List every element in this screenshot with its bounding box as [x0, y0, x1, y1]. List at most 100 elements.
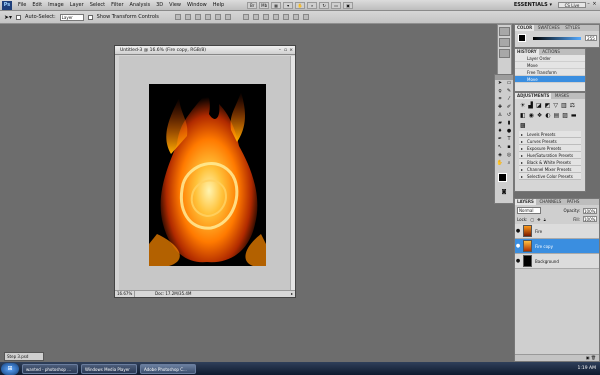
mini-bridge-panel-icon[interactable]: [499, 27, 510, 36]
auto-align-icon[interactable]: [302, 14, 309, 20]
tab-layers[interactable]: LAYERS: [515, 199, 536, 205]
menu-view[interactable]: View: [166, 0, 184, 11]
foreground-color-swatch[interactable]: [498, 173, 507, 182]
tab-paths[interactable]: PATHS: [565, 199, 582, 205]
history-item[interactable]: Move: [515, 62, 585, 69]
adjustment-preset-item[interactable]: ▸ Channel Mixer Presets: [519, 166, 581, 173]
lasso-tool-icon[interactable]: ϙ: [496, 88, 504, 95]
menu-edit[interactable]: Edit: [29, 0, 45, 11]
zoom-icon[interactable]: ⌕: [307, 1, 318, 9]
minimized-document[interactable]: Step 3.psd: [4, 352, 44, 361]
color-value-field[interactable]: 255: [585, 35, 597, 41]
levels-icon[interactable]: ▟: [528, 102, 533, 109]
close-icon[interactable]: ×: [592, 1, 597, 7]
lock-pixels-icon[interactable]: ▢: [530, 217, 534, 222]
curves-icon[interactable]: ◪: [536, 102, 542, 109]
tab-masks[interactable]: MASKS: [553, 93, 571, 99]
black-white-icon[interactable]: ◧: [520, 112, 526, 119]
align-vcenter-icon[interactable]: [184, 14, 191, 20]
doc-minimize-icon[interactable]: –: [279, 46, 281, 55]
tab-adjustments[interactable]: ADJUSTMENTS: [515, 93, 552, 99]
expand-arrow-icon[interactable]: ▸: [521, 159, 523, 166]
adjustment-preset-item[interactable]: ▸ Black & White Presets: [519, 159, 581, 166]
align-hcenter-icon[interactable]: [214, 14, 221, 20]
menu-window[interactable]: Window: [184, 0, 210, 11]
rotate-view-icon[interactable]: ↻: [319, 1, 330, 9]
align-bottom-icon[interactable]: [194, 14, 201, 20]
menu-help[interactable]: Help: [210, 0, 227, 11]
adjustment-preset-item[interactable]: ▸ Selective Color Presets: [519, 173, 581, 180]
clone-source-panel-icon[interactable]: [499, 49, 510, 58]
extras-icon[interactable]: ▦: [271, 1, 282, 9]
color-balance-icon[interactable]: ⚖: [570, 102, 575, 109]
screen-mode-icon[interactable]: ▣: [343, 1, 354, 9]
layer-row[interactable]: ● Background: [515, 254, 599, 269]
opacity-field[interactable]: 100%: [583, 207, 597, 214]
distribute-bottom-icon[interactable]: [262, 14, 269, 20]
menu-image[interactable]: Image: [45, 0, 67, 11]
zoom-level-field[interactable]: 16.67%: [115, 291, 135, 297]
align-left-icon[interactable]: [204, 14, 211, 20]
fill-field[interactable]: 100%: [583, 216, 597, 222]
quick-select-tool-icon[interactable]: ✎: [505, 88, 513, 95]
menu-select[interactable]: Select: [87, 0, 108, 11]
minimize-icon[interactable]: –: [586, 1, 591, 7]
tab-channels[interactable]: CHANNELS: [537, 199, 563, 205]
zoom-tool-icon[interactable]: ⌕: [505, 160, 513, 167]
expand-arrow-icon[interactable]: ▸: [521, 166, 523, 173]
mini-bridge-icon[interactable]: Mb: [259, 1, 270, 9]
history-item[interactable]: Layer Order: [515, 55, 585, 62]
3d-orbit-icon[interactable]: ◎: [505, 152, 513, 159]
history-item[interactable]: Free Transform: [515, 69, 585, 76]
workspace-switcher[interactable]: ESSENTIALS ▾: [514, 1, 552, 10]
adjustment-preset-item[interactable]: ▸ Exposure Presets: [519, 145, 581, 152]
shape-tool-icon[interactable]: ▪: [505, 144, 513, 151]
doc-maximize-icon[interactable]: ▫: [284, 46, 287, 55]
arrange-documents-icon[interactable]: ▭: [331, 1, 342, 9]
visibility-eye-icon[interactable]: ●: [515, 228, 521, 234]
color-fg-swatch[interactable]: [518, 34, 526, 42]
adjustment-preset-item[interactable]: ▸ Curves Presets: [519, 138, 581, 145]
brightness-icon[interactable]: ☀: [520, 102, 525, 109]
menu-3d[interactable]: 3D: [153, 0, 166, 11]
menu-filter[interactable]: Filter: [108, 0, 126, 11]
menu-layer[interactable]: Layer: [67, 0, 87, 11]
show-transform-checkbox[interactable]: [87, 14, 93, 20]
expand-arrow-icon[interactable]: ▸: [521, 145, 523, 152]
taskbar-item-wanted[interactable]: wanted - photoshop ...: [22, 363, 78, 374]
gradient-tool-icon[interactable]: ▮: [505, 120, 513, 127]
blur-tool-icon[interactable]: ♦: [496, 128, 504, 135]
gradient-map-icon[interactable]: ▬: [571, 112, 577, 119]
marquee-tool-icon[interactable]: ▭: [505, 80, 513, 87]
hand-tool-icon[interactable]: ✋: [496, 160, 504, 167]
taskbar-item-photoshop[interactable]: Adobe Photoshop C...: [140, 363, 196, 374]
vibrance-icon[interactable]: ▽: [553, 102, 558, 109]
pen-tool-icon[interactable]: ✒: [496, 136, 504, 143]
new-layer-icon[interactable]: ▣: [586, 355, 590, 360]
visibility-eye-icon[interactable]: ●: [515, 243, 521, 249]
adjustment-preset-item[interactable]: ▸ Levels Presets: [519, 131, 581, 138]
brush-panel-icon[interactable]: [499, 38, 510, 47]
align-top-icon[interactable]: [174, 14, 181, 20]
auto-select-checkbox[interactable]: [16, 14, 22, 20]
move-tool-preset-icon[interactable]: ➤▾: [4, 14, 12, 21]
crop-tool-icon[interactable]: ⌗: [496, 96, 504, 103]
document-vertical-scrollbar[interactable]: [290, 56, 295, 291]
distribute-hcenter-icon[interactable]: [282, 14, 289, 20]
document-window[interactable]: Untitled-3 @ 16.6% (Fire copy, RGB/8) – …: [114, 45, 296, 298]
start-button[interactable]: ⊞: [1, 362, 19, 375]
3d-rotate-icon[interactable]: ◈: [496, 152, 504, 159]
invert-icon[interactable]: ◐: [545, 112, 550, 119]
path-select-icon[interactable]: ↖: [496, 144, 504, 151]
document-title-bar[interactable]: Untitled-3 @ 16.6% (Fire copy, RGB/8) – …: [115, 46, 295, 55]
expand-arrow-icon[interactable]: ▸: [521, 138, 523, 145]
distribute-top-icon[interactable]: [242, 14, 249, 20]
channel-mixer-icon[interactable]: ❖: [537, 112, 542, 119]
lock-all-icon[interactable]: 🔒︎: [544, 217, 546, 222]
dodge-tool-icon[interactable]: ●: [505, 128, 513, 135]
cs-live-button[interactable]: CS Live: [558, 2, 586, 8]
distribute-vcenter-icon[interactable]: [252, 14, 259, 20]
lock-move-icon[interactable]: ✥: [537, 217, 540, 222]
layer-row[interactable]: ● Fire: [515, 224, 599, 239]
color-slider-track[interactable]: [533, 37, 581, 40]
